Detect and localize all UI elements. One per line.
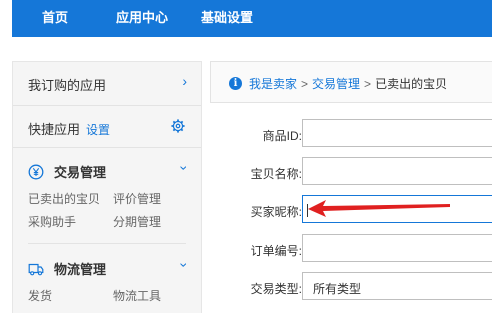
breadcrumb-separator: > (301, 76, 309, 91)
link-purchase-assistant[interactable]: 采购助手 (28, 213, 76, 230)
item-id-input[interactable] (302, 119, 492, 147)
chevron-down-icon[interactable]: › (177, 263, 193, 268)
divider (28, 243, 186, 244)
breadcrumb-link-seller[interactable]: 我是卖家 (249, 75, 297, 92)
breadcrumb-link-trade[interactable]: 交易管理 (312, 75, 360, 92)
link-installment-management[interactable]: 分期管理 (113, 213, 161, 230)
logistics-management-header[interactable]: 物流管理 (28, 259, 106, 278)
link-logistics-tools[interactable]: 物流工具 (113, 287, 161, 304)
chevron-down-icon[interactable]: › (177, 166, 193, 171)
nav-basic-settings[interactable]: 基础设置 (201, 7, 253, 26)
trade-type-select[interactable]: 所有类型 (302, 272, 492, 300)
field-label: 宝贝名称: (250, 167, 302, 181)
link-sold-items[interactable]: 已卖出的宝贝 (28, 190, 100, 207)
chevron-right-icon: › (182, 73, 187, 89)
annotation-arrow-icon (308, 200, 450, 217)
quick-apps-label: 快捷应用 (28, 122, 81, 137)
breadcrumb-current: 已卖出的宝贝 (375, 77, 448, 91)
order-number-input[interactable] (302, 234, 492, 262)
form-row-order-number: 订单编号: (210, 234, 492, 264)
link-ship[interactable]: 发货 (28, 287, 52, 304)
logistics-management-title: 物流管理 (54, 262, 107, 277)
form-row-item-name: 宝贝名称: (210, 157, 492, 187)
field-label: 交易类型: (250, 282, 302, 296)
trade-type-selected: 所有类型 (313, 282, 362, 296)
sidebar-item-label: 我订购的应用 (28, 78, 107, 93)
top-nav-bar: 首页 应用中心 基础设置 (12, 0, 492, 37)
yen-circle-icon (28, 164, 44, 179)
nav-home[interactable]: 首页 (42, 7, 68, 26)
trade-management-title: 交易管理 (54, 165, 107, 180)
quick-apps-settings-link[interactable]: 设置 (86, 123, 110, 137)
trade-management-header[interactable]: 交易管理 (28, 162, 106, 181)
form-row-trade-type: 交易类型: 所有类型 (210, 272, 492, 302)
field-label: 商品ID: (262, 129, 302, 143)
gear-icon[interactable] (171, 119, 185, 133)
breadcrumb: i 我是卖家 > 交易管理 > 已卖出的宝贝 (229, 75, 447, 92)
field-label: 买家昵称: (250, 205, 302, 219)
sidebar-quick-apps: 快捷应用 设置 (13, 106, 201, 146)
breadcrumb-separator: > (364, 76, 372, 91)
truck-icon (28, 263, 44, 275)
form-row-item-id: 商品ID: (210, 119, 492, 149)
info-icon: i (229, 77, 242, 90)
item-name-input[interactable] (302, 157, 492, 185)
sidebar-item-my-apps[interactable]: 我订购的应用 › (13, 62, 201, 104)
link-review-management[interactable]: 评价管理 (113, 190, 161, 207)
divider (13, 147, 201, 148)
sidebar: 我订购的应用 › 快捷应用 设置 交易管理 › 已卖出的宝贝 评价管理 采购助手 … (12, 61, 202, 313)
nav-app-center[interactable]: 应用中心 (116, 7, 168, 26)
breadcrumb-box: i 我是卖家 > 交易管理 > 已卖出的宝贝 (210, 61, 492, 103)
field-label: 订单编号: (250, 244, 302, 258)
